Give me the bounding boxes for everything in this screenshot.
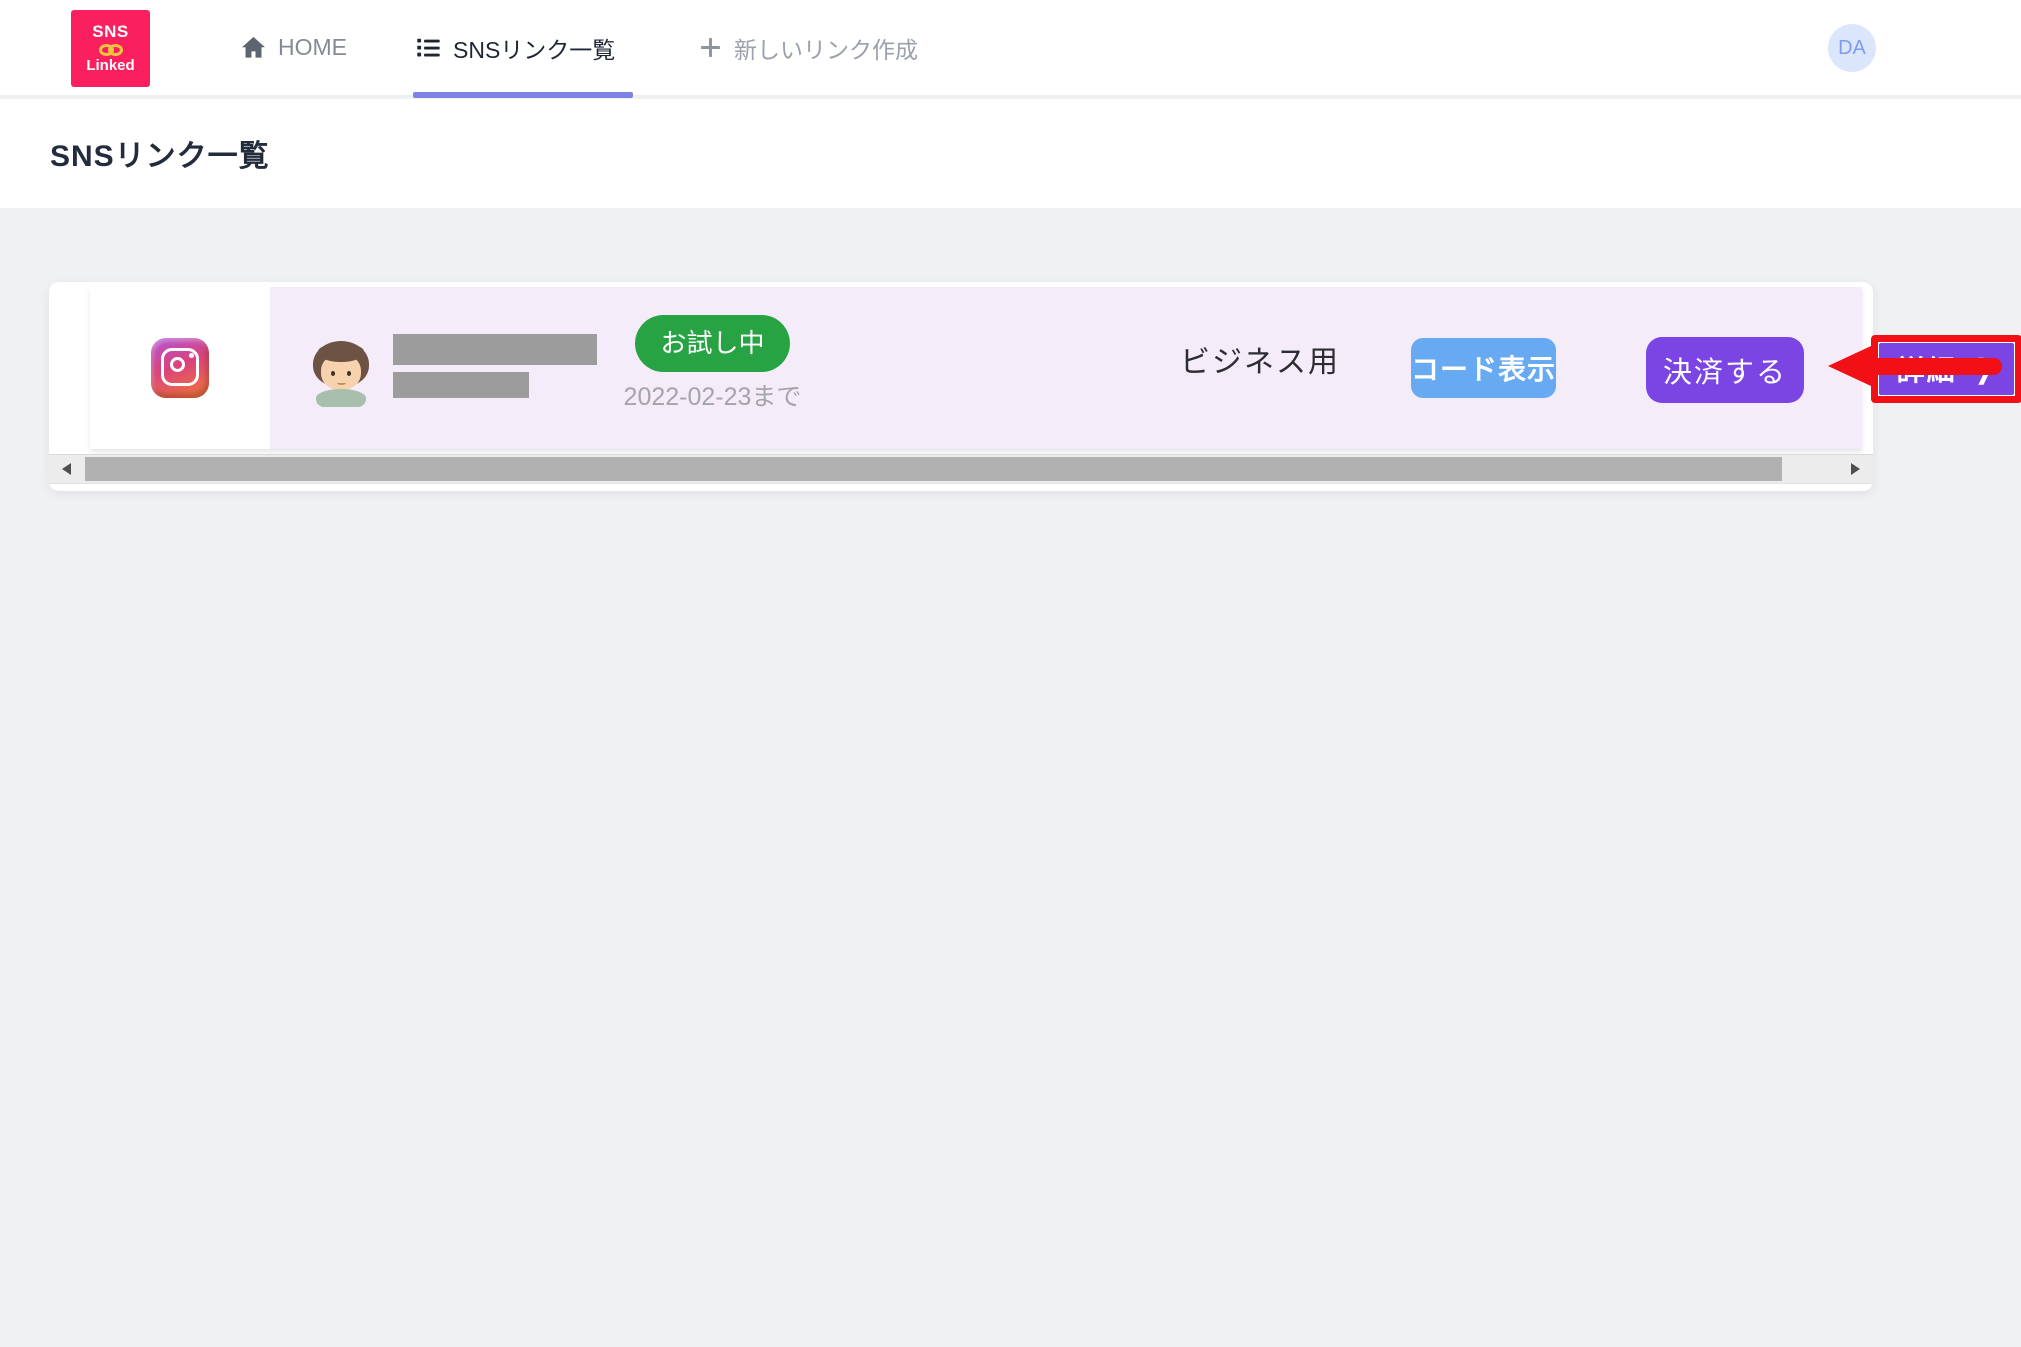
profile-avatar <box>310 341 372 403</box>
chain-link-icon <box>99 42 123 57</box>
plus-icon <box>698 35 723 60</box>
logo-text-bottom: Linked <box>86 58 134 74</box>
redacted-account-name <box>393 334 597 365</box>
status-badge: お試し中 <box>635 315 790 372</box>
top-navbar: SNS Linked HOME SNSリンク一覧 新しいリンク作成 <box>0 0 2021 97</box>
link-row-body: お試し中 2022-02-23まで ビジネス用 コード表示 決済する 詳細 ❯ <box>270 287 1862 449</box>
annotation-arrow <box>1828 346 2008 387</box>
active-tab-underline <box>413 92 633 98</box>
scrollbar-thumb[interactable] <box>85 457 1782 481</box>
user-avatar[interactable]: DA <box>1828 24 1876 72</box>
status-block: お試し中 2022-02-23まで <box>600 287 825 449</box>
arrow-head <box>1828 346 1871 386</box>
link-list-card: お試し中 2022-02-23まで ビジネス用 コード表示 決済する 詳細 ❯ <box>49 282 1873 491</box>
page-title: SNSリンク一覧 <box>50 131 270 175</box>
nav-item-label: 新しいリンク作成 <box>734 31 918 65</box>
platform-cell <box>90 287 270 449</box>
scroll-right-icon <box>1851 463 1860 475</box>
instagram-icon <box>151 338 209 398</box>
pay-button[interactable]: 決済する <box>1646 337 1804 403</box>
scroll-left-icon <box>62 463 71 475</box>
redacted-account-id <box>393 372 529 398</box>
logo-text-top: SNS <box>92 23 128 41</box>
nav-item-label: SNSリンク一覧 <box>453 31 615 65</box>
horizontal-scrollbar[interactable] <box>49 454 1873 484</box>
nav-item-home[interactable]: HOME <box>240 0 347 95</box>
link-row[interactable]: お試し中 2022-02-23まで ビジネス用 コード表示 決済する 詳細 ❯ <box>90 287 1862 449</box>
scroll-right-button[interactable] <box>1837 455 1873 483</box>
page-header: SNSリンク一覧 <box>0 99 2021 208</box>
nav-item-label: HOME <box>278 34 347 61</box>
scroll-left-button[interactable] <box>49 455 85 483</box>
pay-label: 決済する <box>1663 349 1787 391</box>
app-logo[interactable]: SNS Linked <box>71 10 150 87</box>
home-icon <box>240 34 267 61</box>
nav-item-sns-link-list[interactable]: SNSリンク一覧 <box>415 0 615 95</box>
show-code-button[interactable]: コード表示 <box>1411 338 1556 398</box>
avatar-initials: DA <box>1838 37 1866 60</box>
nav-item-create-link[interactable]: 新しいリンク作成 <box>698 0 918 95</box>
show-code-label: コード表示 <box>1411 348 1556 388</box>
list-icon <box>415 34 442 61</box>
arrow-shaft <box>1869 358 2002 375</box>
trial-expiry-date: 2022-02-23まで <box>600 377 825 413</box>
plan-type-label: ビジネス用 <box>1125 337 1395 381</box>
